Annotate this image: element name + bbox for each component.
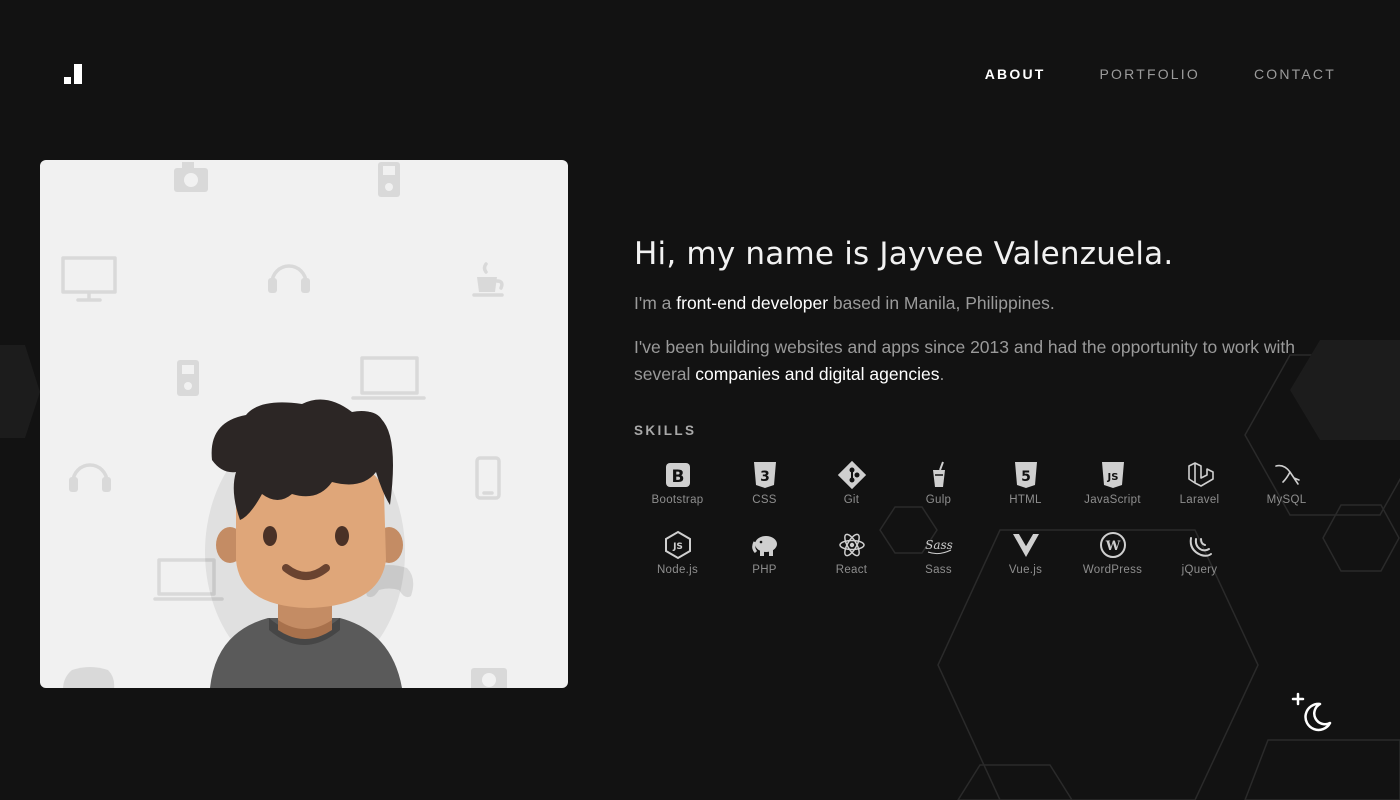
css3-icon: 3 [753,462,776,488]
monitor-pattern-icon [61,256,117,302]
skill-label: WordPress [1082,564,1143,576]
gamepad-pattern-icon [63,667,115,688]
skill-label: PHP [752,564,777,576]
nodejs-icon: JS [664,530,691,560]
nav-portfolio[interactable]: PORTFOLIO [1100,66,1200,82]
svg-text:JS: JS [672,542,683,552]
laptop-pattern-icon [351,356,426,400]
dark-mode-toggle-icon[interactable] [1290,692,1334,732]
skill-label: CSS [752,494,777,506]
skill-sass: Sass Sass [895,530,982,576]
bootstrap-icon: B [665,463,690,487]
skill-git: Git [808,460,895,506]
skill-vuejs: Vue.js [982,530,1069,576]
headphones-pattern-icon [268,264,310,293]
skill-jquery: jQuery [1156,530,1243,576]
intro-role-text: I'm a front-end developer based in Manil… [634,290,1354,317]
skill-laravel: Laravel [1156,460,1243,506]
intro-experience-suffix: . [939,364,945,384]
skill-label: Bootstrap [651,494,704,506]
php-elephant-icon [751,536,777,556]
skill-label: Git [843,494,860,506]
svg-text:B: B [671,467,684,487]
skill-label: JavaScript [1084,494,1141,506]
intro-experience-text: I've been building websites and apps sin… [634,334,1354,388]
avatar-illustration [61,162,507,688]
skill-label: HTML [1009,494,1042,506]
vuejs-icon [1012,534,1039,557]
intro-experience-highlight: companies and digital agencies [695,364,940,384]
main-nav: ABOUT PORTFOLIO CONTACT [985,66,1336,82]
mysql-icon [1274,464,1300,485]
gulp-icon [932,461,945,487]
camera-pattern-icon [174,162,208,192]
music-player-pattern-icon [378,162,400,197]
intro-section: Hi, my name is Jayvee Valenzuela. I'm a … [634,236,1354,388]
intro-role-prefix: I'm a [634,293,677,313]
jquery-icon [1189,537,1212,557]
skill-label: Gulp [925,494,952,506]
javascript-icon: JS [1101,462,1124,488]
profile-photo-card [40,160,568,688]
intro-heading: Hi, my name is Jayvee Valenzuela. [634,236,1174,272]
skill-php: PHP [721,530,808,576]
svg-text:3: 3 [760,469,770,485]
skill-wordpress: W WordPress [1069,530,1156,576]
skill-mysql: MySQL [1243,460,1330,506]
coffee-cup-pattern-icon [472,262,504,297]
svg-text:Sass: Sass [925,538,953,552]
react-icon [838,533,865,557]
camera-pattern-icon [471,668,507,688]
skill-html: 5 HTML [982,460,1069,506]
skill-label: React [835,564,868,576]
git-icon [837,460,866,490]
skill-react: React [808,530,895,576]
skill-css: 3 CSS [721,460,808,506]
smartphone-pattern-icon [475,456,501,500]
avatar-character [205,399,405,688]
headphones-pattern-icon [69,463,111,492]
nav-about[interactable]: ABOUT [985,66,1046,82]
skill-label: Laravel [1179,494,1220,506]
laravel-icon [1187,462,1214,487]
svg-text:W: W [1104,539,1120,554]
skill-javascript: JS JavaScript [1069,460,1156,506]
skill-gulp: Gulp [895,460,982,506]
skill-label: MySQL [1266,494,1307,506]
svg-text:JS: JS [1106,472,1118,483]
skill-nodejs: JS Node.js [634,530,721,576]
skills-label: SKILLS [634,423,697,438]
nav-contact[interactable]: CONTACT [1254,66,1336,82]
site-logo[interactable] [62,62,86,86]
intro-role-suffix: based in Manila, Philippines. [828,293,1055,313]
skill-label: Vue.js [1008,564,1043,576]
wordpress-icon: W [1099,532,1126,558]
svg-text:5: 5 [1021,469,1031,485]
skill-label: Node.js [656,564,699,576]
skills-grid: B Bootstrap 3 CSS Git Gulp 5 HTML JS Jav… [634,460,1354,576]
html5-icon: 5 [1014,462,1037,488]
music-player-pattern-icon [177,360,199,396]
skill-label: jQuery [1181,564,1218,576]
skill-label: Sass [925,564,952,576]
intro-role-highlight: front-end developer [676,293,829,313]
sass-icon: Sass [925,538,953,555]
skill-bootstrap: B Bootstrap [634,460,721,506]
